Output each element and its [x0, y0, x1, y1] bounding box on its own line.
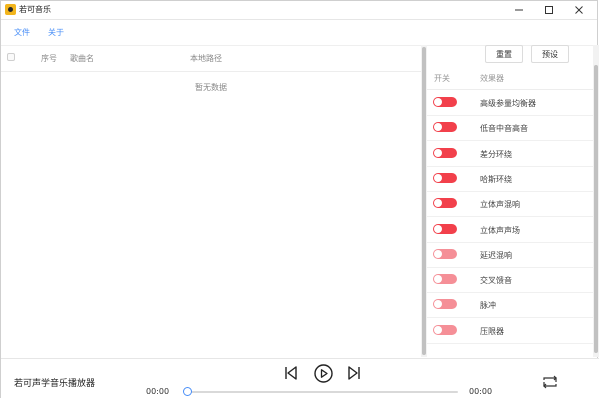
header-switch: 开关: [434, 74, 450, 83]
current-time: 00:00: [146, 387, 170, 396]
menu-bar: 文件 关于: [1, 19, 597, 46]
effect-label: 脉冲: [480, 301, 496, 311]
effect-row: 脉冲: [427, 292, 593, 319]
preset-button[interactable]: 预设: [531, 45, 569, 63]
title-bar: 若可音乐: [1, 1, 597, 20]
effect-toggle[interactable]: [433, 198, 457, 209]
effect-toggle[interactable]: [433, 324, 457, 335]
effect-toggle[interactable]: [433, 97, 457, 107]
effect-row: 交叉馈音: [427, 267, 593, 294]
effect-toggle[interactable]: [433, 147, 457, 158]
effects-panel: 重置 预设 开关 效果器 高级参量均衡器 低音中音高音 差分环绕哈斯环绕立体声混响立…: [427, 45, 593, 357]
window-title: 若可音乐: [19, 5, 51, 14]
effect-row: 哈斯环绕: [427, 166, 593, 192]
effect-toggle[interactable]: [433, 274, 457, 285]
column-song-name: 歌曲名: [70, 54, 94, 63]
close-icon: [575, 6, 583, 14]
effect-label: 高级参量均衡器: [480, 99, 536, 108]
effect-toggle[interactable]: [433, 122, 457, 133]
effect-row: 低音中音高音: [427, 115, 593, 142]
effect-row: 高级参量均衡器: [427, 90, 593, 116]
menu-file[interactable]: 文件: [14, 27, 30, 38]
effects-scrollbar[interactable]: [593, 45, 599, 357]
next-button[interactable]: [345, 364, 363, 382]
effect-label: 哈斯环绕: [480, 174, 512, 184]
repeat-icon: [543, 375, 557, 389]
splitter-scrollbar-thumb[interactable]: [422, 47, 426, 355]
player-title: 若可声学音乐播放器: [14, 379, 96, 389]
effect-label: 差分环绕: [480, 149, 512, 159]
maximize-button[interactable]: [537, 1, 561, 19]
header-effect: 效果器: [480, 74, 504, 83]
effect-label: 立体声混响: [480, 200, 520, 210]
window-controls: [507, 1, 591, 19]
minimize-button[interactable]: [507, 1, 531, 19]
menu-about[interactable]: 关于: [48, 27, 64, 38]
play-button[interactable]: [313, 363, 333, 383]
effect-label: 压限器: [480, 326, 504, 336]
close-button[interactable]: [567, 1, 591, 19]
effect-row: 压限器: [427, 318, 593, 344]
select-all-checkbox[interactable]: [7, 53, 15, 61]
column-index: 序号: [41, 54, 57, 63]
total-time: 00:00: [469, 387, 493, 396]
effect-row: 立体声混响: [427, 191, 593, 218]
effect-label: 延迟混响: [480, 250, 512, 260]
table-header: 序号 歌曲名 本地路径: [1, 45, 421, 72]
effect-row: 延迟混响: [427, 242, 593, 268]
effect-label: 低音中音高音: [480, 124, 528, 134]
effect-label: 立体声声场: [480, 225, 520, 235]
effect-toggle[interactable]: [433, 248, 457, 259]
reset-button[interactable]: 重置: [485, 45, 523, 63]
skip-next-icon: [348, 366, 360, 380]
skip-previous-icon: [285, 366, 297, 380]
effect-toggle[interactable]: [433, 172, 457, 183]
effects-scrollbar-thumb[interactable]: [594, 65, 598, 353]
effects-header: 开关 效果器: [427, 67, 593, 90]
song-table: 序号 歌曲名 本地路径 暂无数据: [1, 45, 421, 357]
progress-track[interactable]: [188, 391, 458, 393]
effect-toggle[interactable]: [433, 299, 457, 310]
app-window: 若可音乐 文件 关于 序号 歌曲名 本地路径 暂无数据 重置 预设 开关 效果器…: [0, 0, 599, 400]
minimize-icon: [515, 9, 523, 11]
play-icon: [313, 363, 333, 383]
app-logo-icon: [5, 4, 16, 15]
effect-row: 差分环绕: [427, 141, 593, 167]
column-local-path: 本地路径: [190, 54, 222, 63]
previous-button[interactable]: [282, 364, 300, 382]
repeat-button[interactable]: [541, 375, 559, 389]
progress-thumb[interactable]: [183, 387, 192, 396]
maximize-icon: [545, 6, 553, 14]
effect-label: 交叉馈音: [480, 276, 512, 286]
empty-state-text: 暂无数据: [195, 83, 227, 92]
player-bar: 若可声学音乐播放器 00:00 00:00: [1, 358, 599, 400]
effect-toggle[interactable]: [433, 223, 457, 234]
effect-row: 立体声声场: [427, 217, 593, 243]
